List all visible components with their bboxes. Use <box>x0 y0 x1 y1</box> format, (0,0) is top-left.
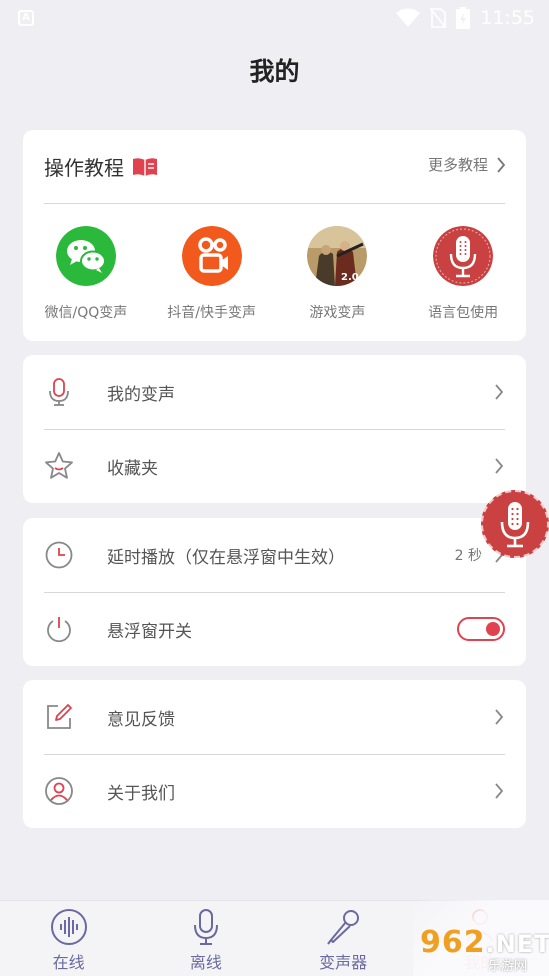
microphone-icon <box>49 378 69 406</box>
tutorial-item-kuaishou[interactable]: 抖音/快手变声 <box>149 226 275 322</box>
game-icon: 2.0 <box>307 226 368 286</box>
status-right: 11:55 <box>396 6 535 30</box>
tutorial-item-label: 游戏变声 <box>309 305 366 321</box>
edit-icon <box>47 704 72 729</box>
status-time: 11:55 <box>480 7 535 29</box>
svg-text:2.0: 2.0 <box>341 272 359 283</box>
mic-icon <box>433 226 494 286</box>
float-window-toggle[interactable] <box>457 617 505 641</box>
watermark-suffix: .NET <box>485 930 549 958</box>
status-bar: A 11:55 <box>0 0 549 36</box>
soundwave-icon <box>50 909 87 945</box>
menu-card-about: 意见反馈 关于我们 <box>23 680 526 828</box>
tutorial-item-voice-pack[interactable]: 语言包使用 <box>400 226 526 322</box>
nav-voice-changer[interactable]: 变声器 <box>275 901 412 976</box>
tutorial-item-label: 抖音/快手变声 <box>167 305 256 321</box>
tutorial-item-label: 语言包使用 <box>428 305 499 321</box>
tutorial-title: 操作教程 <box>44 156 124 180</box>
delay-playback-label: 延时播放（仅在悬浮窗中生效） <box>107 547 345 568</box>
more-tutorials-label: 更多教程 <box>427 156 488 174</box>
nav-offline[interactable]: 离线 <box>137 901 274 976</box>
nav-label: 在线 <box>52 953 85 972</box>
tutorial-item-game[interactable]: 2.0 游戏变声 <box>275 226 401 322</box>
about-us-row[interactable]: 关于我们 <box>23 754 526 828</box>
watermark-sub: 乐游网 <box>488 959 528 974</box>
floating-mic-button[interactable] <box>481 490 549 558</box>
mic-icon <box>500 502 530 548</box>
float-window-row: 悬浮窗开关 <box>23 592 526 666</box>
menu-card-voice: 我的变声 收藏夹 <box>23 355 526 503</box>
delay-playback-row[interactable]: 延时播放（仅在悬浮窗中生效） 2 秒 <box>23 518 526 592</box>
tutorial-item-wechat[interactable]: 微信/QQ变声 <box>23 226 149 322</box>
clock-icon <box>45 541 73 569</box>
favorites-label: 收藏夹 <box>107 458 158 479</box>
chevron-right-icon <box>495 783 504 799</box>
nav-label: 变声器 <box>319 953 368 972</box>
tutorial-item-label: 微信/QQ变声 <box>44 305 128 321</box>
karaoke-mic-icon <box>327 910 360 945</box>
my-voices-label: 我的变声 <box>107 384 175 405</box>
delay-value: 2 秒 <box>454 548 482 564</box>
book-icon <box>133 157 157 176</box>
chevron-right-icon <box>495 384 504 400</box>
wifi-icon <box>396 8 421 27</box>
tutorial-header: 操作教程 <box>44 152 158 181</box>
chevron-right-icon <box>495 458 504 474</box>
no-sim-icon <box>430 7 447 29</box>
tutorial-card: 操作教程 更多教程 微信/QQ变声 抖音/快手变声 2.0 游戏变声 语言包使用 <box>23 130 526 341</box>
power-icon <box>47 617 71 643</box>
watermark-logo: 962.NET <box>420 925 549 960</box>
nav-online[interactable]: 在线 <box>0 901 137 976</box>
menu-card-settings: 延时播放（仅在悬浮窗中生效） 2 秒 悬浮窗开关 <box>23 518 526 666</box>
about-us-label: 关于我们 <box>107 783 175 804</box>
microphone-icon <box>193 909 218 945</box>
feedback-label: 意见反馈 <box>107 709 175 730</box>
favorites-row[interactable]: 收藏夹 <box>23 429 526 503</box>
feedback-row[interactable]: 意见反馈 <box>23 680 526 754</box>
notification-a-icon: A <box>18 10 34 26</box>
tutorial-items: 微信/QQ变声 抖音/快手变声 2.0 游戏变声 语言包使用 <box>23 226 526 322</box>
user-icon <box>45 777 73 805</box>
divider <box>44 203 505 204</box>
chevron-right-icon <box>495 709 504 725</box>
battery-icon <box>456 7 471 29</box>
float-window-label: 悬浮窗开关 <box>107 621 192 642</box>
nav-label: 离线 <box>189 953 222 972</box>
watermark-brand: 962 <box>420 925 486 960</box>
chevron-right-icon <box>497 156 506 173</box>
my-voices-row[interactable]: 我的变声 <box>23 355 526 429</box>
page-title: 我的 <box>249 57 300 86</box>
star-icon <box>45 452 73 479</box>
more-tutorials-link[interactable]: 更多教程 <box>428 154 506 175</box>
kuaishou-icon <box>181 226 242 286</box>
toggle-knob <box>486 622 500 636</box>
wechat-icon <box>55 226 116 286</box>
